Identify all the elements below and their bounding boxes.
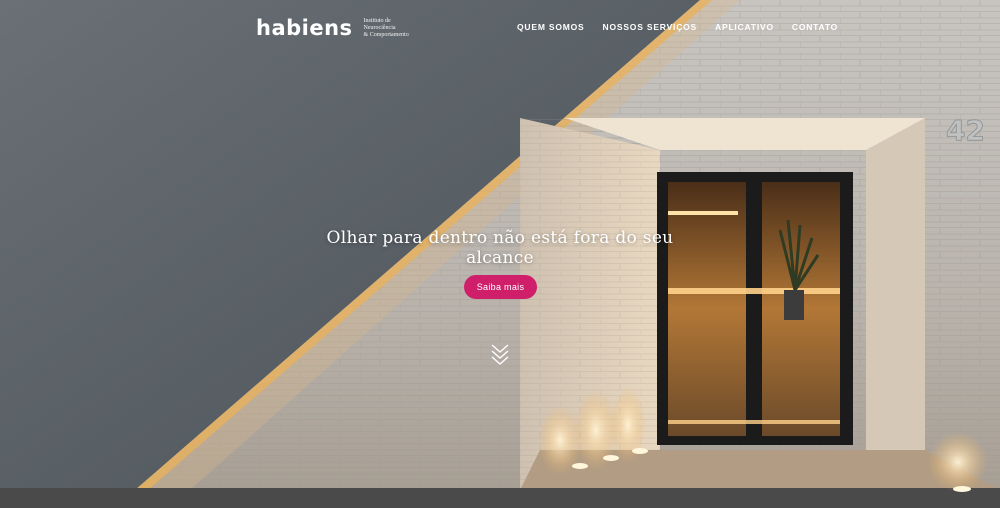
logo-tagline: Instituto de Neurociência & Comportament…	[364, 18, 426, 39]
hero-section: 42 habiens Instituto de Neurociência & C…	[0, 0, 1000, 508]
double-chevron-down-icon[interactable]	[490, 343, 510, 367]
nav-item-contato[interactable]: CONTATO	[792, 22, 838, 32]
logo-tagline-line: Neurociência	[363, 25, 396, 31]
house-number: 42	[946, 114, 985, 147]
main-navigation: QUEM SOMOS NOSSOS SERVIÇOS APLICATIVO CO…	[517, 22, 838, 32]
logo-wordmark: habiens	[256, 16, 353, 40]
saiba-mais-button[interactable]: Saiba mais	[464, 275, 537, 299]
logo-tagline-line: & Comportamento	[363, 32, 409, 38]
hero-headline: Olhar para dentro não está fora do seu a…	[326, 228, 674, 268]
nav-item-aplicativo[interactable]: APLICATIVO	[715, 22, 774, 32]
nav-item-quem-somos[interactable]: QUEM SOMOS	[517, 22, 585, 32]
logo-tagline-line: Instituto de	[363, 18, 391, 24]
nav-item-nossos-servicos[interactable]: NOSSOS SERVIÇOS	[603, 22, 698, 32]
brand-logo[interactable]: habiens Instituto de Neurociência & Comp…	[256, 16, 426, 40]
